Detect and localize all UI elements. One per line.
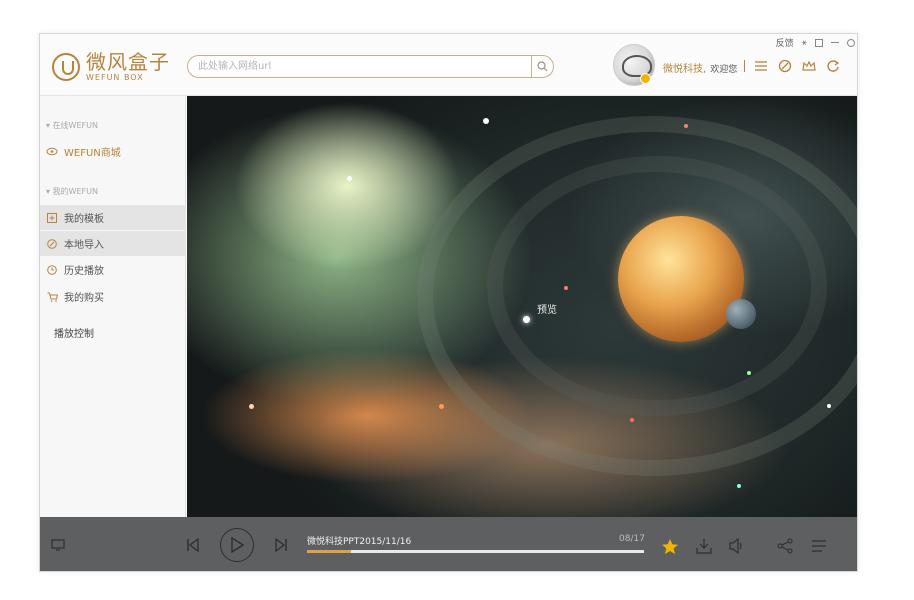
skin-icon[interactable]: ⚹ xyxy=(802,38,807,48)
header-icon-group xyxy=(753,58,841,74)
volume-button[interactable] xyxy=(728,537,746,555)
window-controls: 反馈 ⚹ xyxy=(776,36,855,49)
list-icon[interactable] xyxy=(753,58,769,74)
refresh-icon[interactable] xyxy=(825,58,841,74)
cart-icon xyxy=(46,291,58,303)
user-name[interactable]: 微悦科技, xyxy=(663,64,706,75)
logo-subtitle: WEFUN BOX xyxy=(86,73,144,82)
star xyxy=(439,404,444,409)
play-icon xyxy=(231,537,244,553)
star xyxy=(564,286,568,290)
search-box xyxy=(187,55,554,78)
sidebar-item-label: 历史播放 xyxy=(64,266,104,277)
volume-icon xyxy=(729,538,742,554)
sidebar-item-purchases[interactable]: 我的购买 xyxy=(40,284,186,309)
favorite-button[interactable] xyxy=(661,537,679,555)
star xyxy=(523,316,530,323)
star xyxy=(249,404,254,409)
app-window: 微风盒子 WEFUN BOX 微悦科技, 欢迎您 xyxy=(39,33,858,572)
star xyxy=(347,176,352,181)
sidebar: ▾ 在线WEFUN WEFUN商城 ▾ 我的WEFUN 我的模板 本地导入 历史… xyxy=(40,96,186,517)
welcome-label: 欢迎您 xyxy=(710,65,738,75)
header-divider xyxy=(744,60,745,72)
search-input[interactable] xyxy=(188,56,531,77)
feedback-link[interactable]: 反馈 xyxy=(776,36,794,49)
logo-mark-icon xyxy=(52,53,80,81)
status-dot-icon xyxy=(640,73,651,84)
moon-image xyxy=(726,299,756,329)
compass-icon[interactable] xyxy=(777,58,793,74)
minimize-icon[interactable] xyxy=(831,42,839,43)
planet-image xyxy=(618,216,744,342)
preview-label: 预览 xyxy=(537,305,557,316)
star xyxy=(747,371,751,375)
next-button[interactable] xyxy=(273,537,289,553)
eye-icon xyxy=(46,146,58,158)
logo: 微风盒子 WEFUN BOX xyxy=(52,52,170,82)
star xyxy=(630,418,634,422)
share-button[interactable] xyxy=(776,537,794,555)
search-button[interactable] xyxy=(531,56,553,77)
sidebar-item-label: WEFUN商城 xyxy=(64,148,121,159)
previous-button[interactable] xyxy=(185,537,201,553)
share-icon xyxy=(777,538,793,554)
star xyxy=(827,404,831,408)
screen-cast-button[interactable] xyxy=(50,537,66,553)
close-icon[interactable] xyxy=(847,38,855,47)
preview-canvas[interactable]: 预览 xyxy=(187,96,857,517)
star xyxy=(737,484,741,488)
logo-title: 微风盒子 xyxy=(86,50,170,74)
section-mine-title[interactable]: ▾ 我的WEFUN xyxy=(46,186,98,197)
download-button[interactable] xyxy=(695,537,713,555)
maximize-icon[interactable] xyxy=(815,38,823,47)
sidebar-item-import[interactable]: 本地导入 xyxy=(40,231,186,256)
download-icon xyxy=(696,539,712,554)
welcome-text: 微悦科技, 欢迎您 xyxy=(663,60,737,75)
playlist-button[interactable] xyxy=(810,537,828,555)
skip-previous-icon xyxy=(187,538,199,552)
skip-next-icon xyxy=(275,538,287,552)
section-online-title[interactable]: ▾ 在线WEFUN xyxy=(46,120,98,131)
progress-bar[interactable] xyxy=(307,550,644,553)
sidebar-item-label: 我的模板 xyxy=(64,214,104,225)
search-icon xyxy=(537,61,548,72)
history-icon xyxy=(46,264,58,276)
header: 微风盒子 WEFUN BOX 微悦科技, 欢迎您 xyxy=(40,34,857,96)
sidebar-item-label: 本地导入 xyxy=(64,240,104,251)
star-icon xyxy=(662,538,678,554)
playlist-icon xyxy=(812,540,826,552)
template-icon xyxy=(46,212,58,224)
crown-icon[interactable] xyxy=(801,58,817,74)
sidebar-item-store[interactable]: WEFUN商城 xyxy=(40,139,186,164)
sidebar-item-history[interactable]: 历史播放 xyxy=(40,257,186,282)
import-icon xyxy=(46,238,58,250)
play-control-label[interactable]: 播放控制 xyxy=(54,325,94,340)
progress-fill xyxy=(307,550,351,553)
star xyxy=(483,118,489,124)
star xyxy=(684,124,688,128)
monitor-icon xyxy=(51,539,65,551)
track-count: 08/17 xyxy=(619,534,645,544)
sidebar-item-label: 我的购买 xyxy=(64,293,104,304)
sidebar-item-templates[interactable]: 我的模板 xyxy=(40,205,186,230)
play-button[interactable] xyxy=(220,528,254,562)
player-bar: 微悦科技PPT2015/11/16 08/17 xyxy=(40,517,857,571)
track-title: 微悦科技PPT2015/11/16 xyxy=(307,537,412,547)
